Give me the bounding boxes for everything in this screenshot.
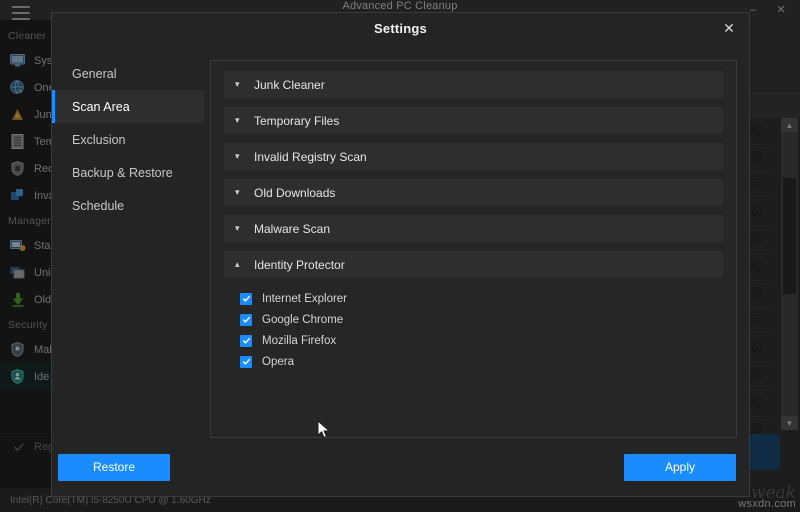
checkbox-label: Mozilla Firefox bbox=[262, 334, 337, 347]
checkbox-row-internet-explorer[interactable]: Internet Explorer bbox=[240, 288, 723, 309]
checkbox-label: Internet Explorer bbox=[262, 292, 348, 305]
settings-dialog: Settings ✕ General Scan Area Exclusion B… bbox=[52, 13, 749, 496]
accordion-junk-cleaner: ▾ Junk Cleaner bbox=[224, 71, 723, 98]
accordion-header[interactable]: ▾ Invalid Registry Scan bbox=[224, 143, 723, 170]
settings-content: ▾ Junk Cleaner ▾ Temporary Files ▾ Inval… bbox=[204, 43, 749, 438]
checkbox-row-mozilla-firefox[interactable]: Mozilla Firefox bbox=[240, 330, 723, 351]
chevron-down-icon: ▾ bbox=[235, 151, 240, 161]
identity-protector-options: Internet Explorer Google Chrome Mozilla … bbox=[224, 278, 723, 374]
checkbox-checked-icon[interactable] bbox=[240, 313, 252, 326]
accordion-label: Temporary Files bbox=[254, 113, 340, 128]
restore-button[interactable]: Restore bbox=[58, 453, 170, 481]
nav-item-label: Schedule bbox=[72, 198, 125, 213]
close-icon[interactable]: ✕ bbox=[719, 18, 739, 38]
settings-nav: General Scan Area Exclusion Backup & Res… bbox=[52, 43, 204, 438]
apply-button[interactable]: Apply bbox=[624, 453, 736, 481]
accordion-label: Old Downloads bbox=[254, 185, 336, 200]
accordion-label: Malware Scan bbox=[254, 221, 331, 236]
checkbox-row-opera[interactable]: Opera bbox=[240, 351, 723, 372]
nav-item-scan-area[interactable]: Scan Area bbox=[52, 90, 204, 123]
dialog-titlebar: Settings ✕ bbox=[52, 13, 749, 43]
checkbox-checked-icon[interactable] bbox=[240, 292, 252, 305]
dialog-body: General Scan Area Exclusion Backup & Res… bbox=[52, 43, 749, 438]
nav-item-exclusion[interactable]: Exclusion bbox=[52, 123, 204, 156]
nav-item-label: Exclusion bbox=[72, 132, 126, 147]
accordion-temporary-files: ▾ Temporary Files bbox=[224, 107, 723, 134]
nav-item-label: Scan Area bbox=[72, 99, 130, 114]
nav-item-label: Backup & Restore bbox=[72, 165, 173, 180]
dialog-title: Settings bbox=[374, 20, 427, 36]
chevron-up-icon: ▴ bbox=[235, 259, 240, 269]
screenshot-root: Advanced PC Cleanup – ✕ Cleaner Sys One … bbox=[0, 0, 800, 512]
nav-item-label: General bbox=[72, 66, 117, 81]
chevron-down-icon: ▾ bbox=[235, 115, 240, 125]
checkbox-row-google-chrome[interactable]: Google Chrome bbox=[240, 309, 723, 330]
chevron-down-icon: ▾ bbox=[235, 79, 240, 89]
nav-item-schedule[interactable]: Schedule bbox=[52, 189, 204, 222]
nav-item-general[interactable]: General bbox=[52, 57, 204, 90]
accordion-label: Junk Cleaner bbox=[254, 77, 325, 92]
dialog-footer: Restore Apply bbox=[52, 438, 749, 496]
accordion-header[interactable]: ▾ Old Downloads bbox=[224, 179, 723, 206]
chevron-down-icon: ▾ bbox=[235, 187, 240, 197]
accordion-header[interactable]: ▾ Malware Scan bbox=[224, 215, 723, 242]
accordion-header[interactable]: ▾ Temporary Files bbox=[224, 107, 723, 134]
nav-item-backup-restore[interactable]: Backup & Restore bbox=[52, 156, 204, 189]
accordion-header[interactable]: ▾ Junk Cleaner bbox=[224, 71, 723, 98]
accordion-old-downloads: ▾ Old Downloads bbox=[224, 179, 723, 206]
accordion-header[interactable]: ▴ Identity Protector bbox=[224, 251, 723, 278]
accordion-invalid-registry-scan: ▾ Invalid Registry Scan bbox=[224, 143, 723, 170]
checkbox-label: Google Chrome bbox=[262, 313, 344, 326]
accordion-label: Invalid Registry Scan bbox=[254, 149, 367, 164]
accordion-identity-protector: ▴ Identity Protector Internet Explorer G… bbox=[224, 251, 723, 374]
checkbox-checked-icon[interactable] bbox=[240, 355, 252, 368]
accordion-malware-scan: ▾ Malware Scan bbox=[224, 215, 723, 242]
scan-area-panel: ▾ Junk Cleaner ▾ Temporary Files ▾ Inval… bbox=[210, 60, 737, 438]
chevron-down-icon: ▾ bbox=[235, 223, 240, 233]
checkbox-checked-icon[interactable] bbox=[240, 334, 252, 347]
accordion-label: Identity Protector bbox=[254, 257, 345, 272]
checkbox-label: Opera bbox=[262, 355, 294, 368]
